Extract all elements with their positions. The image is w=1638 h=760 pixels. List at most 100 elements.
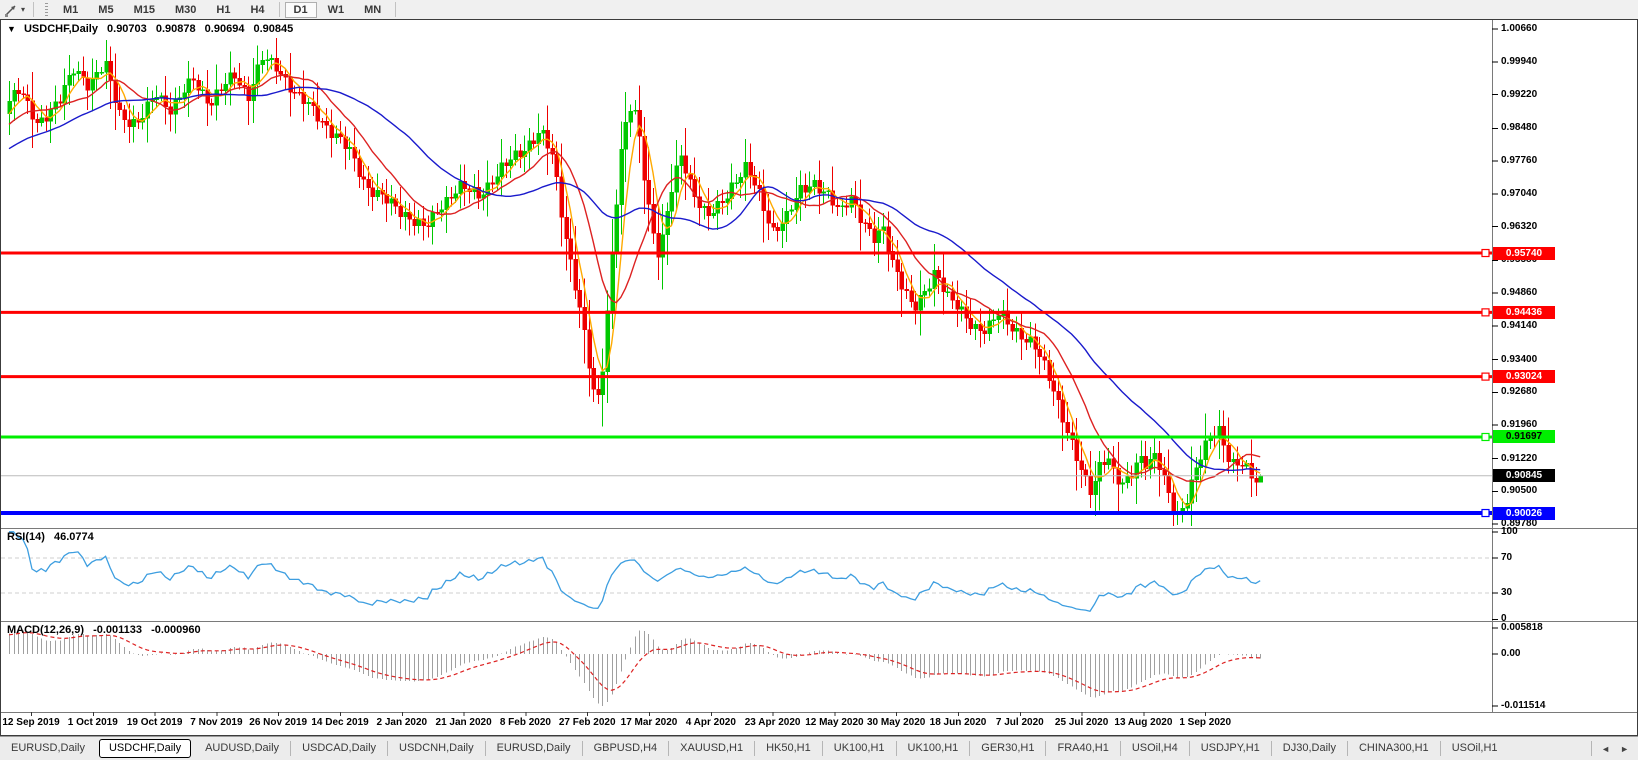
chart-tab-fra40-h1[interactable]: FRA40,H1 — [1045, 741, 1119, 756]
candle — [822, 192, 826, 193]
tab-scroll-right-icon[interactable]: ► — [1615, 744, 1634, 754]
chart-tab-usdjpy-h1[interactable]: USDJPY,H1 — [1189, 741, 1271, 756]
rsi-line — [9, 532, 1260, 611]
date-label: 14 Dec 2019 — [311, 717, 368, 728]
timeframe-button-m15[interactable]: M15 — [125, 2, 164, 18]
candle — [376, 190, 380, 197]
date-label: 12 Sep 2019 — [2, 717, 59, 728]
candle — [555, 154, 559, 176]
candle — [427, 226, 431, 227]
date-label: 27 Feb 2020 — [559, 717, 616, 728]
macd-label: MACD(12,26,9) — [7, 624, 84, 636]
timeframe-button-m1[interactable]: M1 — [54, 2, 87, 18]
chart-tab-usdcnh-daily[interactable]: USDCNH,Daily — [387, 741, 485, 756]
ohlc-high: 0.90878 — [156, 23, 196, 35]
candle — [59, 102, 63, 103]
chart-canvas[interactable] — [1, 20, 1637, 735]
candle — [772, 223, 776, 227]
candle — [841, 206, 845, 207]
candle — [974, 324, 978, 328]
candle — [716, 201, 720, 213]
symbol-title[interactable]: ▼ USDCHF,Daily 0.90703 0.90878 0.90694 0… — [7, 23, 293, 35]
toolbar-separator — [279, 2, 280, 17]
price-tick-label: 0.91960 — [1501, 419, 1537, 431]
candle — [270, 58, 274, 59]
chart-tab-usoil-h4[interactable]: USOil,H4 — [1120, 741, 1189, 756]
date-label: 23 Apr 2020 — [745, 717, 801, 728]
candle — [951, 292, 955, 300]
candle — [72, 74, 76, 75]
chart-tab-eurusd-daily[interactable]: EURUSD,Daily — [0, 741, 96, 756]
price-level-tag: 0.90026 — [1493, 507, 1555, 520]
price-tick-label: 0.99220 — [1501, 89, 1537, 101]
candle — [900, 272, 904, 289]
toolbar-separator — [395, 2, 396, 17]
candle — [22, 94, 26, 95]
rsi-pane-label: RSI(14) 46.0774 — [7, 531, 94, 543]
candle — [431, 212, 435, 227]
candle — [744, 162, 748, 177]
candle — [289, 77, 293, 92]
candle — [1057, 391, 1061, 400]
chart-tab-xauusd-h1[interactable]: XAUUSD,H1 — [668, 741, 754, 756]
macd-tick-label: 0.005818 — [1501, 622, 1543, 634]
tab-scroll-left-icon[interactable]: ◄ — [1596, 744, 1615, 754]
price-level-tag: 0.93024 — [1493, 370, 1555, 383]
candle — [105, 61, 109, 72]
symbol-name: USDCHF,Daily — [24, 23, 98, 35]
line-studies-icon — [4, 3, 18, 17]
candle — [174, 100, 178, 114]
price-tick-label: 0.92680 — [1501, 386, 1537, 398]
chart-tab-usoil-h1[interactable]: USOil,H1 — [1440, 741, 1509, 756]
level-handle — [1482, 309, 1489, 316]
timeframe-button-m30[interactable]: M30 — [166, 2, 205, 18]
candle — [348, 147, 352, 149]
candle — [1107, 459, 1111, 465]
candle — [992, 320, 996, 321]
chart-tab-usdcad-daily[interactable]: USDCAD,Daily — [290, 741, 387, 756]
price-tick-label: 0.99940 — [1501, 56, 1537, 68]
candle — [514, 151, 518, 160]
candle — [1043, 357, 1047, 360]
timeframe-button-h1[interactable]: H1 — [207, 2, 239, 18]
macd-tick-label: -0.011514 — [1501, 700, 1546, 712]
candle — [491, 183, 495, 185]
candle — [417, 219, 421, 226]
candle — [519, 151, 523, 157]
line-studies-tool-button[interactable]: ▾ — [0, 3, 29, 17]
chart-tab-audusd-daily[interactable]: AUDUSD,Daily — [194, 741, 290, 756]
candle — [220, 90, 224, 91]
chart-tab-eurusd-daily[interactable]: EURUSD,Daily — [485, 741, 582, 756]
price-level-tag: 0.95740 — [1493, 247, 1555, 260]
chart-tab-hk50-h1[interactable]: HK50,H1 — [754, 741, 822, 756]
candle — [114, 80, 118, 103]
candle — [1232, 459, 1236, 462]
candle — [896, 260, 900, 272]
chart-tab-ger30-h1[interactable]: GER30,H1 — [969, 741, 1045, 756]
chart-tab-uk100-h1[interactable]: UK100,H1 — [896, 741, 970, 756]
candle — [1204, 441, 1208, 460]
candle — [997, 316, 1001, 320]
timeframe-button-d1[interactable]: D1 — [285, 2, 317, 18]
timeframe-button-h4[interactable]: H4 — [241, 2, 273, 18]
date-label: 18 Jun 2020 — [930, 717, 987, 728]
rsi-tick-label: 30 — [1501, 587, 1512, 599]
chart-tab-dj30-daily[interactable]: DJ30,Daily — [1271, 741, 1347, 756]
level-handle — [1482, 510, 1489, 517]
timeframe-button-w1[interactable]: W1 — [319, 2, 354, 18]
candle — [500, 163, 504, 177]
timeframe-button-m5[interactable]: M5 — [89, 2, 122, 18]
candle — [256, 65, 260, 85]
chart-tab-usdchf-daily[interactable]: USDCHF,Daily — [99, 739, 191, 758]
candle — [670, 192, 674, 211]
toolbar-grip[interactable] — [45, 3, 48, 16]
candle — [77, 71, 81, 73]
chart-tab-gbpusd-h4[interactable]: GBPUSD,H4 — [582, 741, 669, 756]
price-level-tag: 0.94436 — [1493, 306, 1555, 319]
chart-tab-uk100-h1[interactable]: UK100,H1 — [822, 741, 896, 756]
chart-tab-china300-h1[interactable]: CHINA300,H1 — [1347, 741, 1440, 756]
candle — [910, 291, 914, 302]
expander-icon[interactable]: ▼ — [7, 24, 16, 34]
timeframe-button-mn[interactable]: MN — [355, 2, 390, 18]
candle — [192, 79, 196, 81]
